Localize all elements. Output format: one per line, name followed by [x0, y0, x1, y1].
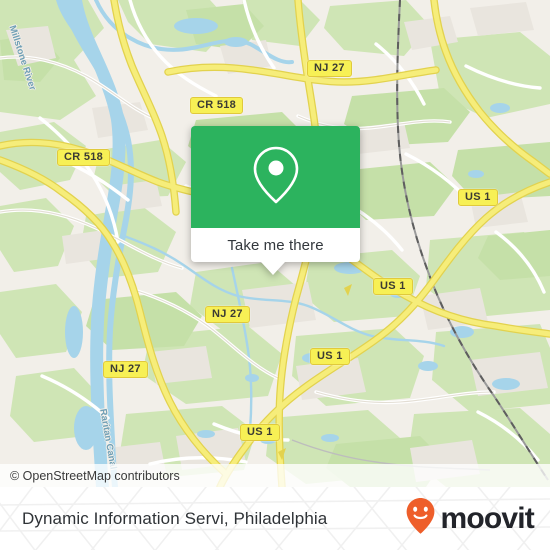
road-shield-cr518-left[interactable]: CR 518	[57, 149, 111, 166]
map-attribution-bar: © OpenStreetMap contributors	[0, 464, 550, 487]
popup-header	[191, 126, 360, 228]
footer-bar: Dynamic Information Servi, Philadelphia …	[0, 487, 550, 550]
moovit-brand-logo[interactable]: moovit	[405, 497, 535, 540]
road-shield-nj27-top[interactable]: NJ 27	[307, 60, 352, 77]
road-shield-us1-mid[interactable]: US 1	[373, 278, 413, 295]
osm-attribution-text[interactable]: © OpenStreetMap contributors	[0, 469, 180, 483]
map-canvas[interactable]: Millstone River Raritan Canal NJ 27 CR 5…	[0, 0, 550, 487]
location-popup-card[interactable]: Take me there	[191, 126, 360, 275]
road-shield-nj27-mid[interactable]: NJ 27	[205, 306, 250, 323]
moovit-pin-smiley-icon	[405, 497, 436, 540]
road-shield-us1-bottom[interactable]: US 1	[240, 424, 280, 441]
screenshot-root: Millstone River Raritan Canal NJ 27 CR 5…	[0, 0, 550, 550]
location-title: Dynamic Information Servi, Philadelphia	[22, 508, 328, 528]
popup-footer[interactable]: Take me there	[191, 228, 360, 275]
road-shield-us1-center[interactable]: US 1	[310, 348, 350, 365]
popup-pointer-tail	[261, 262, 285, 275]
road-shield-us1-right[interactable]: US 1	[458, 189, 498, 206]
moovit-wordmark: moovit	[440, 501, 534, 535]
road-shield-cr518-upper[interactable]: CR 518	[190, 97, 244, 114]
map-pin-icon	[250, 144, 302, 211]
road-shield-nj27-lower[interactable]: NJ 27	[103, 361, 148, 378]
take-me-there-label: Take me there	[227, 236, 324, 254]
